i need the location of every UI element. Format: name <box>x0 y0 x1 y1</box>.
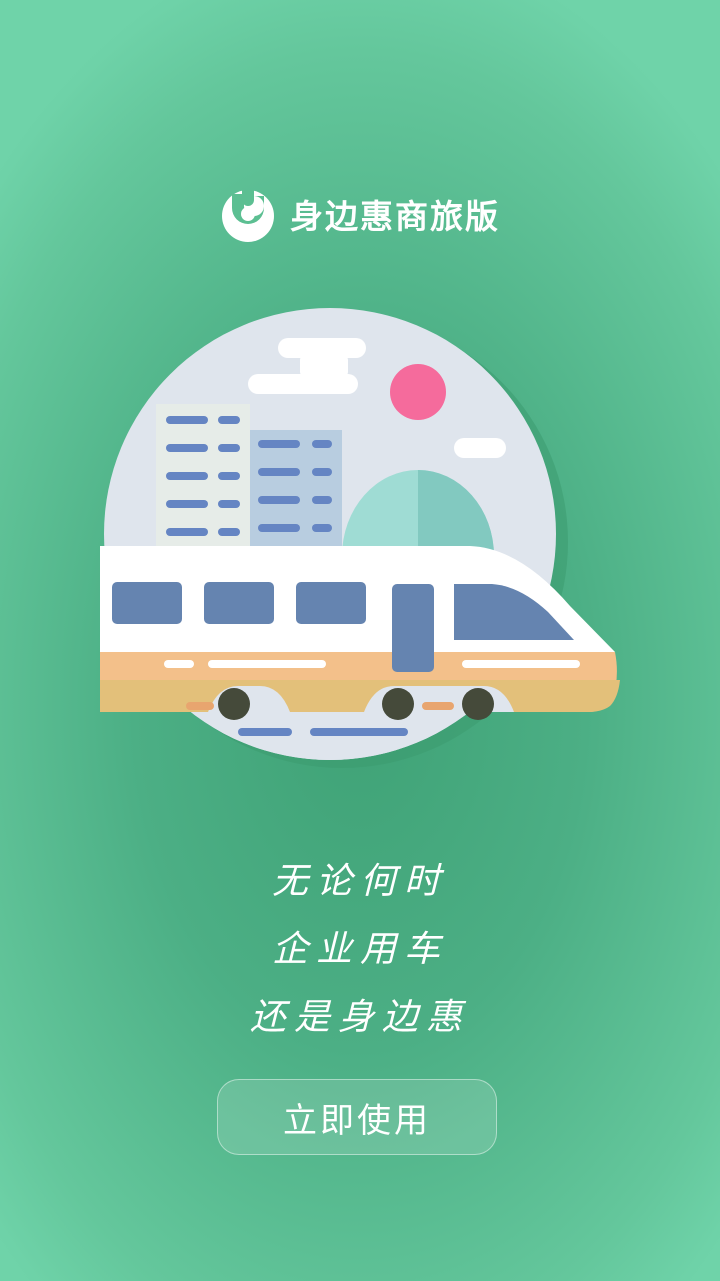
start-using-button[interactable]: 立即使用 <box>217 1079 497 1155</box>
slogan-line-2: 企业用车 <box>271 929 448 970</box>
train-city-illustration-icon <box>100 308 620 768</box>
app-name: 身边惠商旅版 <box>290 197 500 236</box>
slogan-line-1: 无论何时 <box>271 861 448 902</box>
app-logo-icon <box>222 190 274 242</box>
slogan-line-3: 还是身边惠 <box>249 997 470 1038</box>
brand-header: 身边惠商旅版 <box>0 186 720 242</box>
